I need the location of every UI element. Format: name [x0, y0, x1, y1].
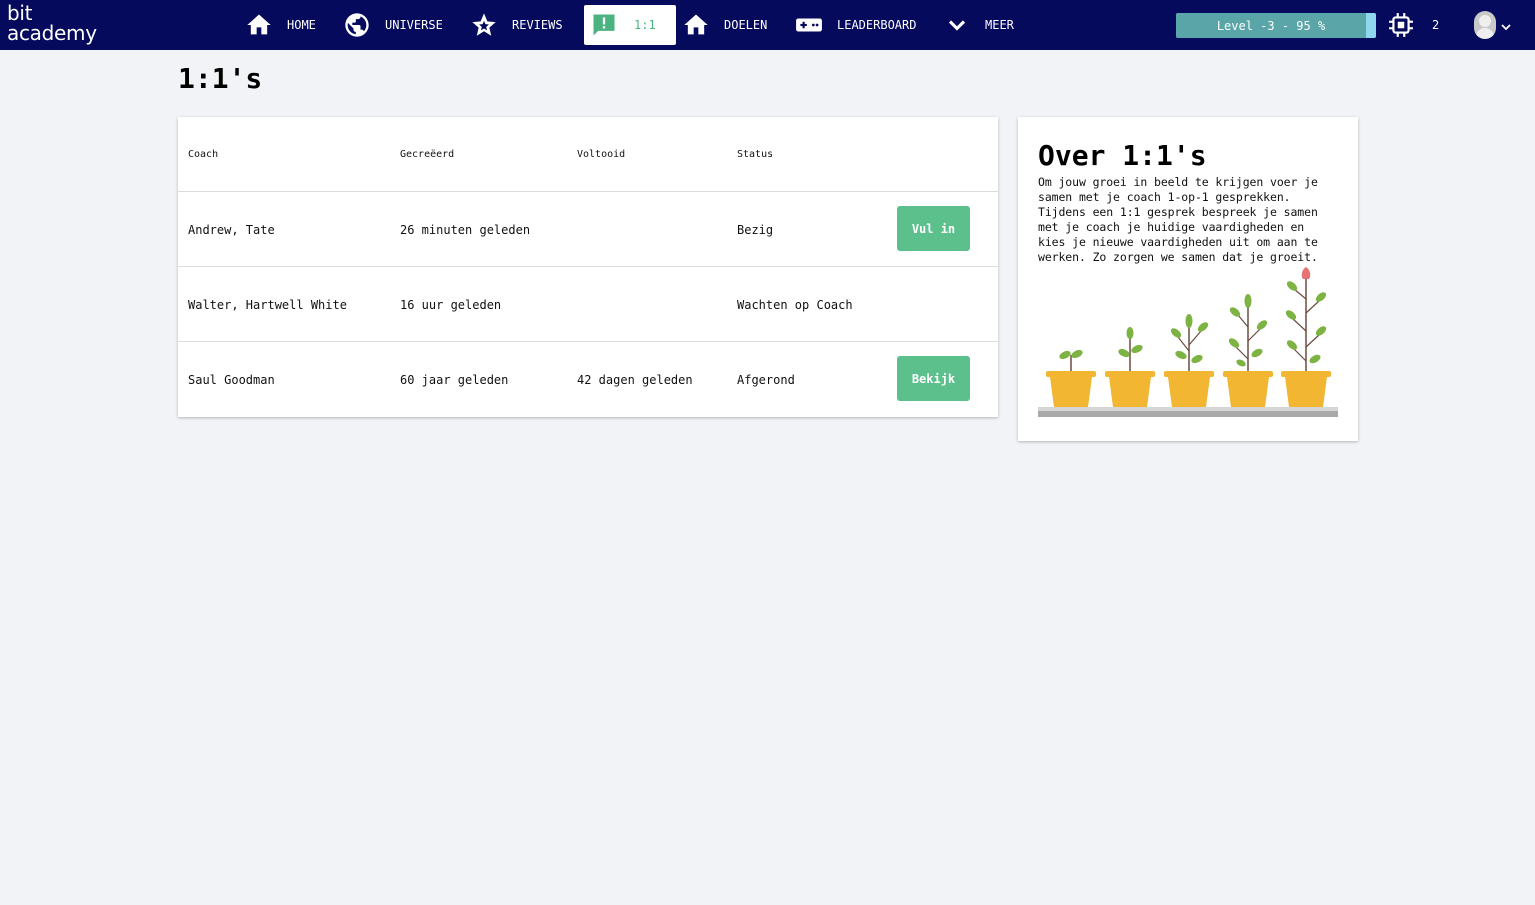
chip-icon[interactable]	[1388, 12, 1414, 38]
info-card: Over 1:1's Om jouw groei in beeld te kri…	[1018, 117, 1358, 441]
avatar[interactable]	[1474, 11, 1496, 39]
home-icon	[682, 11, 710, 39]
home-icon	[245, 11, 273, 39]
logo-line-2: academy	[7, 21, 97, 45]
nav-item-meer[interactable]: MEER	[943, 5, 1014, 45]
chat-alert-icon	[590, 11, 618, 39]
table-header-row: Coach Gecreëerd Voltooid Status	[178, 117, 998, 192]
level-progress-remainder	[1366, 13, 1376, 38]
star-icon	[470, 11, 498, 39]
column-header-created: Gecreëerd	[400, 149, 455, 160]
nav-label: HOME	[287, 18, 316, 32]
table-row: Andrew, Tate 26 minuten geleden Bezig Vu…	[178, 192, 998, 267]
nav-label: MEER	[985, 18, 1014, 32]
cell-coach: Saul Goodman	[188, 372, 275, 387]
nav-label: REVIEWS	[512, 18, 563, 32]
table-row: Walter, Hartwell White 16 uur geleden Wa…	[178, 267, 998, 342]
nav-item-universe[interactable]: UNIVERSE	[343, 5, 443, 45]
avatar-body	[1476, 28, 1494, 39]
cell-status: Wachten op Coach	[737, 297, 853, 312]
cell-created: 16 uur geleden	[400, 297, 502, 312]
info-title: Over 1:1's	[1038, 139, 1207, 172]
view-button[interactable]: Bekijk	[897, 356, 970, 401]
column-header-completed: Voltooid	[577, 149, 626, 160]
nav-item-home[interactable]: HOME	[245, 5, 316, 45]
nav-item-one-on-one[interactable]: 1:1	[584, 5, 676, 45]
bit-academy-logo[interactable]: bit academy	[7, 3, 97, 43]
avatar-head	[1479, 15, 1491, 27]
cell-coach: Andrew, Tate	[188, 222, 275, 237]
growing-plants-illustration	[1038, 267, 1338, 417]
nav-label: DOELEN	[724, 18, 768, 32]
nav-item-leaderboard[interactable]: LEADERBOARD	[795, 5, 916, 45]
nav-item-doelen[interactable]: DOELEN	[682, 5, 767, 45]
plant-4	[1223, 294, 1273, 407]
table-row: Saul Goodman 60 jaar geleden 42 dagen ge…	[178, 342, 998, 417]
cell-status: Bezig	[737, 222, 774, 237]
nav-item-reviews[interactable]: REVIEWS	[470, 5, 563, 45]
cell-created: 26 minuten geleden	[400, 222, 531, 237]
chevron-down-icon	[943, 11, 971, 39]
fill-in-button[interactable]: Vul in	[897, 206, 970, 251]
column-header-status: Status	[737, 149, 774, 160]
chip-count: 2	[1432, 18, 1440, 32]
level-progress-bar: Level -3 - 95 %	[1176, 13, 1376, 38]
gamepad-icon	[795, 11, 823, 39]
nav-label: 1:1	[634, 18, 656, 32]
plant-1	[1046, 349, 1096, 407]
column-header-coach: Coach	[188, 149, 219, 160]
plant-5	[1281, 267, 1331, 407]
plant-2	[1105, 327, 1155, 407]
level-text: Level -3 - 95 %	[1216, 18, 1326, 33]
top-navigation-bar: bit academy HOME UNIVERSE REVIEWS 1:1 DO…	[0, 0, 1535, 50]
info-text: Om jouw groei in beeld te krijgen voer j…	[1038, 175, 1318, 264]
globe-icon	[343, 11, 371, 39]
chevron-down-icon[interactable]	[1500, 18, 1512, 31]
cell-completed: 42 dagen geleden	[577, 372, 693, 387]
nav-label: LEADERBOARD	[837, 18, 917, 32]
plant-3	[1164, 314, 1214, 407]
page-title: 1:1's	[178, 62, 263, 95]
one-on-one-table: Coach Gecreëerd Voltooid Status Andrew, …	[178, 117, 998, 417]
logo-line-1: bit	[7, 1, 33, 25]
nav-label: UNIVERSE	[385, 18, 443, 32]
cell-status: Afgerond	[737, 372, 795, 387]
cell-created: 60 jaar geleden	[400, 372, 509, 387]
cell-coach: Walter, Hartwell White	[188, 297, 347, 312]
